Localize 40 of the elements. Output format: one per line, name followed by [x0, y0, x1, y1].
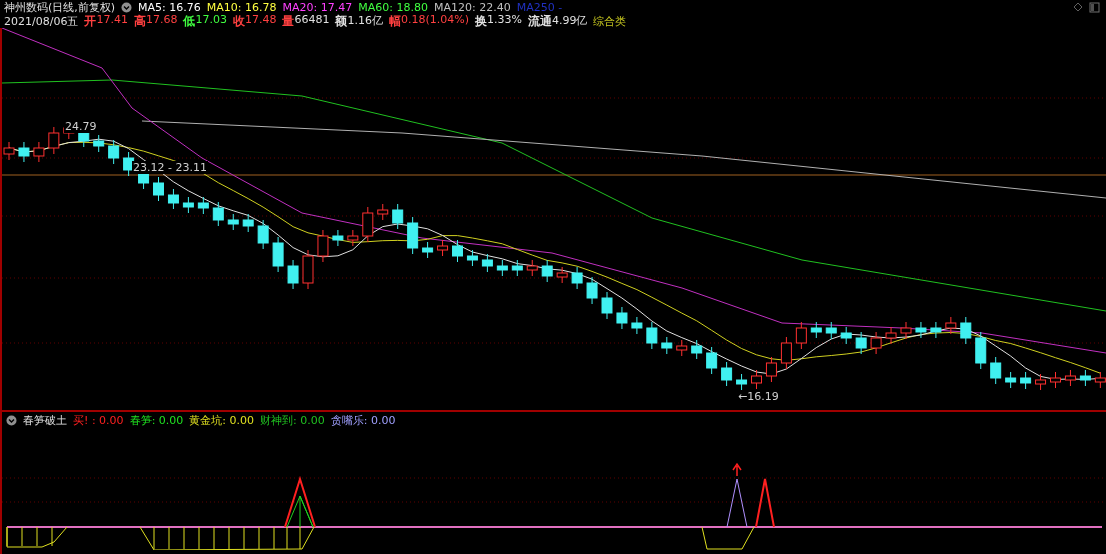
indicator-value: 财神到: 0.00 [260, 412, 325, 428]
date-label: 2021/08/06五 [4, 13, 79, 29]
quote-value: 17.48 [244, 12, 277, 26]
quote-value: 17.68 [145, 12, 178, 26]
indicator-value: 黄金坑: 0.00 [189, 412, 255, 428]
dropdown-icon[interactable] [121, 1, 133, 13]
quote-value: 17.03 [195, 12, 227, 26]
quote-value: 4.99亿 [551, 12, 588, 29]
dropdown-icon[interactable] [6, 414, 17, 426]
quote-value: 1.33% [486, 12, 522, 26]
indicator-value: 春笋: 0.00 [129, 412, 184, 428]
quote-label: 额 [335, 12, 348, 30]
quote-label: 低 [183, 12, 196, 30]
window-icon[interactable] [1089, 1, 1100, 13]
indicator-value: 贪嘴乐: 0.00 [330, 412, 396, 428]
price-annotation: 24.79 [64, 120, 98, 133]
quote-label: 流通 [527, 12, 552, 30]
quote-label: 换 [474, 12, 487, 30]
moving-average-label: MA120: 22.40 [433, 0, 511, 14]
moving-average-label: MA5: 16.76 [138, 0, 201, 14]
quote-value: 17.41 [96, 12, 128, 26]
indicator-name: 春笋破土 [23, 412, 67, 428]
quote-label: 开 [84, 13, 97, 30]
quote-label: 高 [133, 12, 146, 30]
stock-title: 神州数码(日线,前复权) [4, 0, 116, 15]
category-label: 综合类 [593, 13, 627, 29]
indicator-value: 买! : 0.00 [73, 412, 124, 428]
quote-value: 66481 [294, 12, 330, 28]
diamond-icon[interactable] [1073, 2, 1083, 12]
price-annotation: ←16.19 [737, 390, 780, 403]
moving-average-label: MA10: 16.78 [206, 0, 277, 14]
quote-label: 幅 [388, 12, 401, 30]
quote-label: 收 [232, 12, 245, 30]
moving-average-label: MA20: 17.47 [282, 0, 353, 14]
quote-value: 0.18(1.04%) [400, 12, 469, 26]
quote-value: 1.16亿 [347, 12, 383, 29]
moving-average-label: MA250 - [516, 0, 563, 14]
quote-label: 量 [282, 12, 295, 30]
price-annotation: 23.12 - 23.11 [132, 161, 208, 174]
moving-average-label: MA60: 18.80 [358, 0, 428, 14]
